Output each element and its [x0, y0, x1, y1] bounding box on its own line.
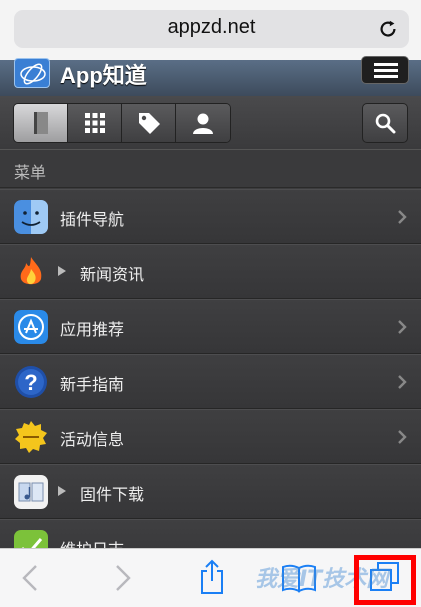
- share-icon[interactable]: [199, 559, 225, 595]
- category-toolbar: [0, 96, 421, 150]
- finder-icon: [14, 200, 48, 234]
- tab-tags[interactable]: [122, 104, 176, 142]
- chevron-right-icon: [398, 375, 407, 389]
- address-bar[interactable]: appzd.net: [14, 10, 409, 48]
- search-button[interactable]: [362, 103, 408, 143]
- chevron-right-icon: [398, 320, 407, 334]
- menu-item-label: 固件下载: [80, 485, 145, 504]
- tabs-highlight-box: [354, 555, 416, 605]
- svg-text:?: ?: [24, 370, 37, 395]
- menu-item-news[interactable]: 新闻资讯: [0, 244, 421, 299]
- menu-item-label: 新手指南: [60, 375, 125, 394]
- chevron-right-icon: [398, 210, 407, 224]
- app-logo-icon: [14, 58, 50, 88]
- tab-books[interactable]: [14, 104, 68, 142]
- chevron-right-icon: [398, 430, 407, 444]
- menu-list: 插件导航 新闻资讯 应用推荐 ? 新手指南 活动信息 固件下载: [0, 189, 421, 574]
- menu-item-firmware-download[interactable]: 固件下载: [0, 464, 421, 519]
- app-store-icon: [14, 310, 48, 344]
- search-icon: [375, 113, 396, 134]
- expand-triangle-icon: [58, 266, 66, 276]
- help-icon: ?: [15, 366, 47, 398]
- itunes-icon: [14, 475, 48, 509]
- grid-icon: [84, 113, 105, 133]
- app-header: App知道: [0, 56, 421, 96]
- menu-item-app-recommend[interactable]: 应用推荐: [0, 299, 421, 354]
- menu-heading: 菜单: [0, 150, 421, 188]
- browser-bottom-toolbar: 我爱IT技术网: [0, 548, 421, 607]
- user-icon: [193, 113, 213, 134]
- expand-triangle-icon: [58, 486, 66, 496]
- menu-item-label: 插件导航: [60, 210, 125, 229]
- book-icon: [33, 112, 48, 134]
- menu-item-label: 新闻资讯: [80, 265, 145, 284]
- menu-item-label: 活动信息: [60, 430, 125, 449]
- fire-icon: [20, 257, 42, 285]
- url-text: appzd.net: [167, 16, 256, 38]
- menu-item-label: 应用推荐: [60, 320, 125, 339]
- back-button[interactable]: [20, 563, 40, 593]
- app-title: App知道: [60, 63, 147, 88]
- forward-button[interactable]: [113, 563, 133, 593]
- category-segmented-control: [13, 103, 231, 143]
- reload-icon[interactable]: [377, 18, 399, 40]
- offer-icon: [15, 421, 47, 453]
- menu-item-beginner-guide[interactable]: ? 新手指南: [0, 354, 421, 409]
- hamburger-icon: [374, 63, 398, 66]
- browser-top-bar: appzd.net: [0, 0, 421, 60]
- menu-button[interactable]: [361, 56, 409, 84]
- tab-grid[interactable]: [68, 104, 122, 142]
- menu-item-events[interactable]: 活动信息: [0, 409, 421, 464]
- menu-heading-label: 菜单: [14, 163, 47, 182]
- tab-user[interactable]: [176, 104, 230, 142]
- tag-icon: [138, 113, 160, 134]
- menu-item-plugin-nav[interactable]: 插件导航: [0, 189, 421, 244]
